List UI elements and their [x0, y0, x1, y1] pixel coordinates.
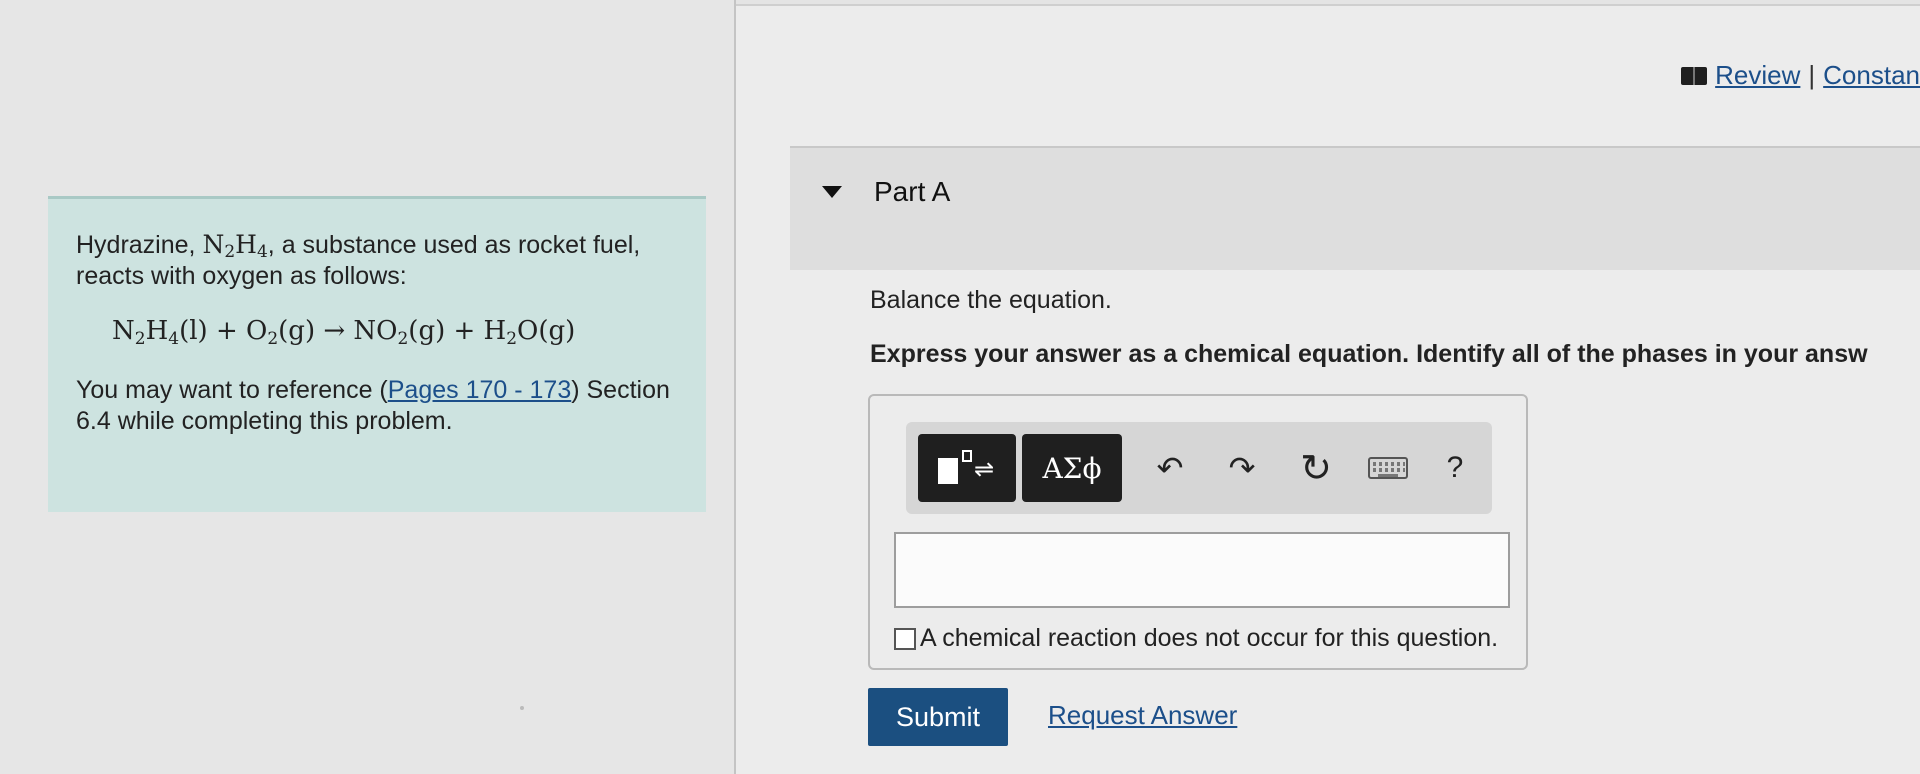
eq-part: (g) + H [408, 316, 507, 346]
reaction-equation: N2H4(l) + O2(g) → NO2(g) + H2O(g) [112, 316, 678, 349]
template-box-icon [938, 458, 958, 484]
top-links: Review | Constan [1681, 60, 1920, 91]
answer-panel: ⇌ ΑΣϕ ↶ ↷ ↻ ? A chemical reaction does n… [868, 394, 1528, 670]
answer-input[interactable] [894, 532, 1510, 608]
review-link[interactable]: Review [1715, 60, 1800, 91]
no-reaction-option[interactable]: A chemical reaction does not occur for t… [894, 624, 1498, 653]
collapse-caret-icon[interactable] [822, 186, 842, 198]
reference-text: You may want to reference (Pages 170 - 1… [76, 375, 678, 437]
eq-part: N [112, 316, 135, 346]
question-text: Balance the equation. [870, 286, 1112, 314]
eq-sub: 2 [267, 329, 279, 349]
eq-part: H [145, 316, 169, 346]
reference-prefix: You may want to reference ( [76, 376, 388, 404]
formula-h-sub: 4 [256, 242, 268, 262]
eq-part: (l) + O [179, 316, 268, 346]
keyboard-shortcuts-button[interactable] [1358, 434, 1418, 502]
eq-part: O(g) [517, 316, 576, 346]
templates-button[interactable]: ⇌ [918, 434, 1016, 502]
no-reaction-checkbox[interactable] [894, 627, 916, 650]
formula-h: H [235, 230, 257, 259]
request-answer-link[interactable]: Request Answer [1048, 700, 1237, 731]
math-toolbar: ⇌ ΑΣϕ ↶ ↷ ↻ ? [906, 422, 1492, 514]
keyboard-icon [1368, 457, 1408, 479]
part-title[interactable]: Part A [874, 176, 950, 208]
problem-info-box: Hydrazine, N2H4, a substance used as roc… [48, 196, 706, 512]
problem-intro: Hydrazine, N2H4, a substance used as roc… [76, 229, 678, 292]
no-reaction-label: A chemical reaction does not occur for t… [920, 624, 1499, 652]
eq-part: (g) → NO [278, 316, 398, 346]
pages-link[interactable]: Pages 170 - 173 [388, 376, 571, 404]
book-icon [1681, 66, 1708, 85]
answer-instructions: Express your answer as a chemical equati… [870, 340, 1868, 368]
submit-button[interactable]: Submit [868, 688, 1008, 746]
constants-link[interactable]: Constan [1823, 60, 1920, 91]
stray-dot [520, 706, 524, 710]
eq-sub: 4 [168, 329, 180, 349]
help-button[interactable]: ? [1430, 434, 1480, 502]
eq-sub: 2 [134, 329, 146, 349]
formula-n-sub: 2 [224, 242, 236, 262]
undo-icon[interactable]: ↶ [1140, 434, 1200, 502]
template-superscript-icon [962, 450, 972, 462]
redo-icon[interactable]: ↷ [1212, 434, 1272, 502]
eq-sub: 2 [397, 329, 409, 349]
part-header[interactable] [790, 148, 1920, 270]
intro-prefix: Hydrazine, [76, 231, 203, 259]
eq-sub: 2 [506, 329, 518, 349]
formula-n: N [202, 230, 225, 259]
link-separator: | [1808, 60, 1816, 90]
symbols-button[interactable]: ΑΣϕ [1022, 434, 1122, 502]
reset-icon[interactable]: ↻ [1286, 434, 1346, 502]
hydrazine-formula: N2H4 [202, 230, 268, 262]
equilibrium-arrows-icon: ⇌ [974, 456, 995, 483]
